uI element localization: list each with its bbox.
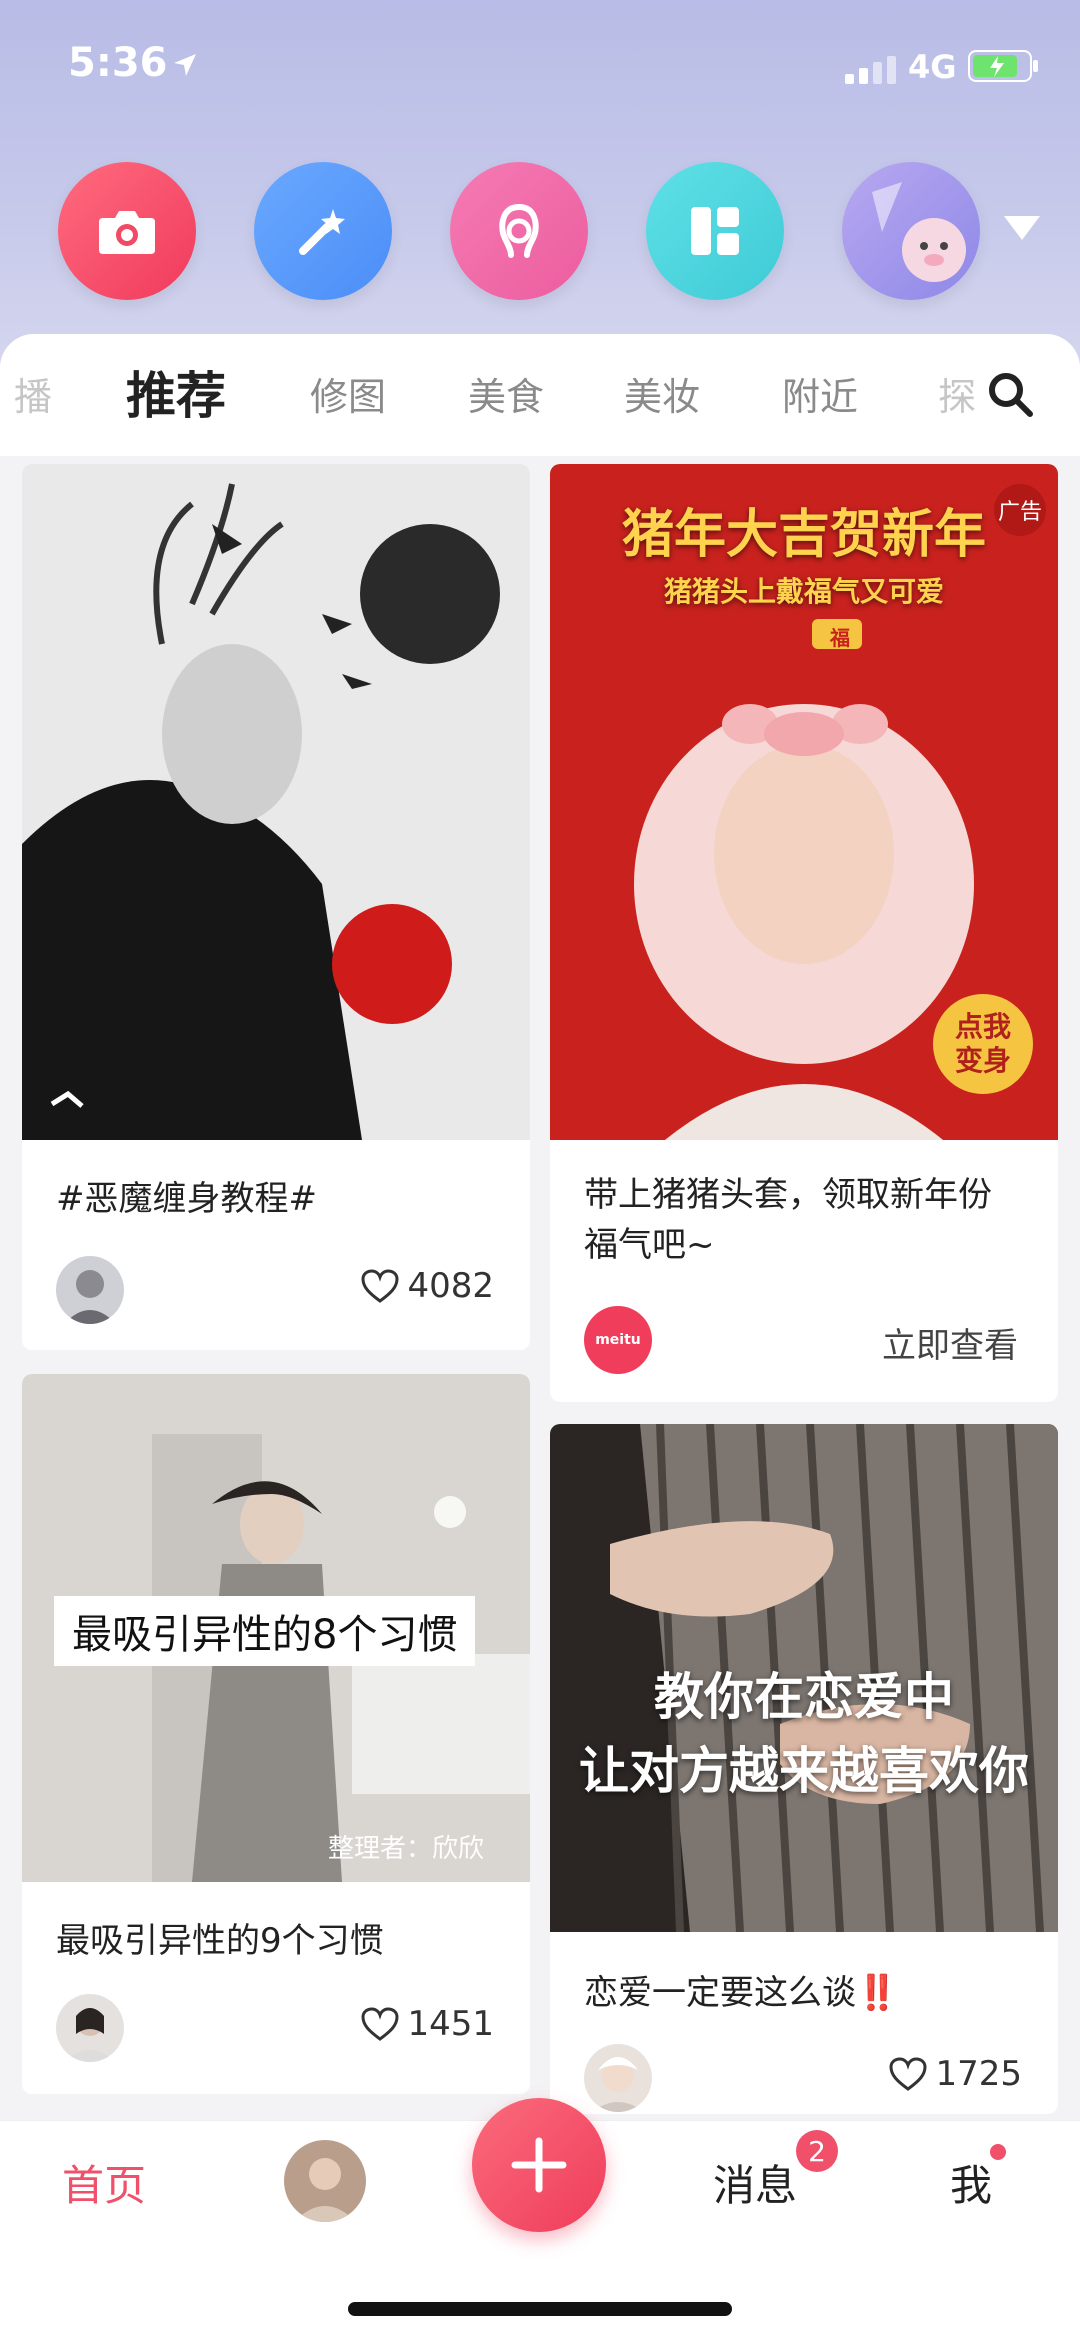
battery-icon: [968, 50, 1038, 82]
avatar[interactable]: [584, 2044, 652, 2112]
beauty-button[interactable]: [450, 162, 588, 300]
feed-card-ad[interactable]: 猪年大吉贺新年 猪猪头上戴福气又可爱 福 点我变身 广告 带上猪猪头套，领取新年…: [550, 464, 1058, 1402]
collage-button[interactable]: [646, 162, 784, 300]
nav-messages[interactable]: 消息: [713, 2152, 797, 2213]
edit-photo-button[interactable]: [254, 162, 392, 300]
heart-icon: [361, 2007, 399, 2041]
profile-avatar: [872, 182, 966, 282]
tab-live[interactable]: 播: [14, 366, 52, 421]
ad-banner-title: 猪年大吉贺新年: [621, 505, 986, 565]
tab-photo-edit[interactable]: 修图: [310, 366, 386, 421]
search-icon[interactable]: [986, 370, 1034, 418]
signal-icon: [845, 56, 896, 84]
tab-makeup[interactable]: 美妆: [624, 366, 700, 421]
notification-dot: [990, 2144, 1006, 2160]
home-indicator: [348, 2302, 732, 2316]
create-post-button[interactable]: [472, 2098, 606, 2232]
ad-label: 广告: [998, 500, 1043, 525]
post-title: 恋爱一定要这么谈‼️: [584, 1973, 899, 2013]
nav-me[interactable]: 我: [950, 2152, 992, 2213]
feed-card-4[interactable]: 教你在恋爱中 让对方越来越喜欢你 恋爱一定要这么谈‼️ 1725: [550, 1424, 1058, 2114]
tab-explore[interactable]: 探: [938, 366, 976, 421]
camera-icon: [99, 211, 155, 254]
following-avatar-image: [284, 2140, 366, 2222]
avatar[interactable]: [56, 1994, 124, 2062]
like-count[interactable]: 4082: [361, 1266, 494, 1306]
image-credit-tag: 整理者：欣欣: [328, 1834, 485, 1864]
like-count-value: 4082: [407, 1266, 494, 1306]
layout-icon: [691, 207, 739, 255]
ad-banner-subtitle: 猪猪头上戴福气又可爱: [663, 575, 944, 608]
nav-following-avatar[interactable]: [284, 2140, 366, 2222]
location-icon: [174, 54, 196, 76]
plus-icon: [511, 2137, 567, 2193]
image-overlay-line-2: 让对方越来越喜欢你: [579, 1742, 1029, 1800]
camera-button[interactable]: [58, 162, 196, 300]
author-avatar-image: [592, 2057, 644, 2112]
tab-nearby[interactable]: 附近: [782, 366, 858, 421]
post-title: 最吸引异性的9个习惯: [56, 1921, 384, 1961]
status-time: 5:36: [68, 40, 168, 86]
avatar[interactable]: [56, 1256, 124, 1324]
post-image: [22, 464, 530, 1140]
view-now-link[interactable]: 立即查看: [882, 1318, 1018, 1367]
like-count[interactable]: 1451: [361, 2004, 494, 2044]
like-count[interactable]: 1725: [889, 2054, 1022, 2094]
feed-card-3[interactable]: 最吸引异性的8个习惯 整理者：欣欣 最吸引异性的9个习惯 1451: [22, 1374, 530, 2094]
image-overlay-title: 最吸引异性的8个习惯: [54, 1596, 476, 1666]
image-overlay-line-1: 教你在恋爱中: [654, 1668, 954, 1726]
dropdown-triangle-icon[interactable]: [1002, 214, 1042, 242]
beauty-icon: [499, 204, 539, 258]
like-count-value: 1451: [407, 2004, 494, 2044]
nav-home[interactable]: 首页: [62, 2152, 146, 2213]
author-avatar-image: [64, 2008, 116, 2062]
tab-recommend[interactable]: 推荐: [126, 356, 226, 428]
post-title: 带上猪猪头套，领取新年份福气吧~: [584, 1175, 992, 1265]
post-title: #恶魔缠身教程#: [56, 1179, 317, 1219]
tab-food[interactable]: 美食: [468, 366, 544, 421]
heart-icon: [361, 1269, 399, 1303]
like-count-value: 1725: [935, 2054, 1022, 2094]
network-label: 4G: [908, 48, 957, 86]
ad-badge: 点我变身: [954, 1010, 1011, 1077]
profile-avatar-button[interactable]: [842, 162, 980, 300]
fu-character: 福: [830, 626, 850, 650]
brand-avatar[interactable]: meitu: [584, 1306, 652, 1374]
message-badge: 2: [796, 2130, 838, 2172]
magic-wand-icon: [299, 209, 345, 255]
brand-logo-text: meitu: [595, 1332, 641, 1348]
feed-card-1[interactable]: #恶魔缠身教程# 4082: [22, 464, 530, 1350]
author-avatar-image: [64, 1270, 116, 1324]
heart-icon: [889, 2057, 927, 2091]
